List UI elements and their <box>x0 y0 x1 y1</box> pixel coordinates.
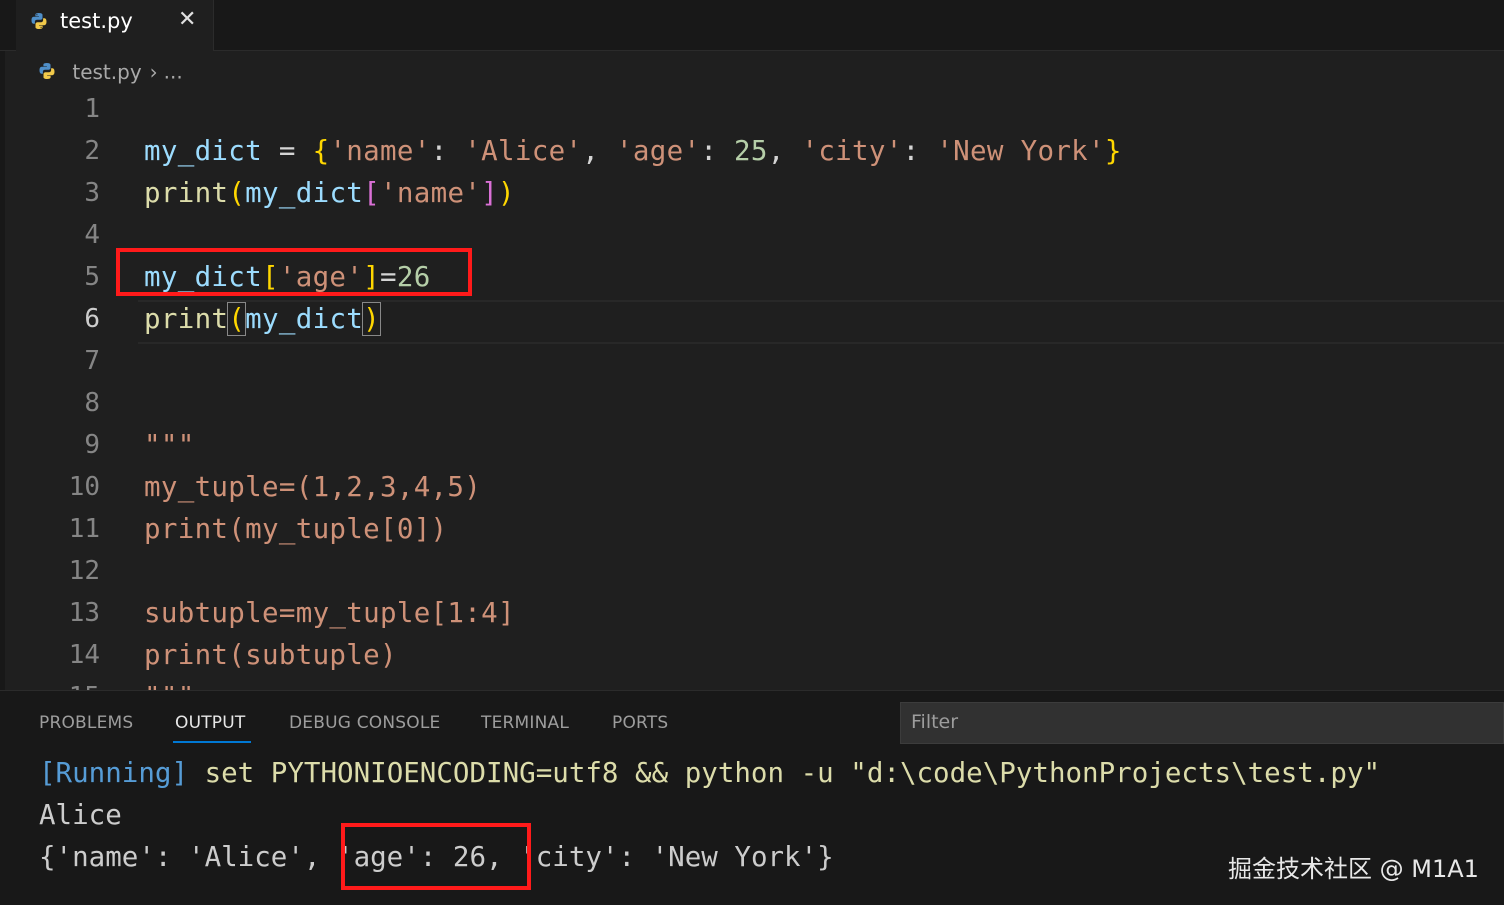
close-icon[interactable]: ✕ <box>178 7 196 32</box>
output-line: [Running] set PYTHONIOENCODING=utf8 && p… <box>39 757 1380 789</box>
code-text: print(subtuple) <box>144 639 397 671</box>
python-icon <box>31 13 47 29</box>
line-number: 15 <box>20 682 100 690</box>
filter-box[interactable] <box>900 702 1504 744</box>
code-line: 13 subtuple=my_tuple[1:4] <box>0 594 1504 636</box>
breadcrumb-file[interactable]: test.py <box>72 60 141 84</box>
breadcrumb-symbols[interactable]: ... <box>164 60 183 84</box>
code-line: 8 <box>0 384 1504 426</box>
code-line: 10 my_tuple=(1,2,3,4,5) <box>0 468 1504 510</box>
code-line: 3 print(my_dict['name']) <box>0 174 1504 216</box>
line-number: 6 <box>84 304 100 334</box>
tab-ports[interactable]: PORTS <box>612 713 668 733</box>
code-line-current: 6 print(my_dict) <box>0 300 1504 344</box>
active-tab-indicator <box>173 741 251 743</box>
line-number: 10 <box>68 472 100 502</box>
code-editor[interactable]: 1 2 my_dict = {'name': 'Alice', 'age': 2… <box>0 90 1504 690</box>
line-number: 4 <box>84 220 100 250</box>
code-text: print(my_dict) <box>144 302 382 336</box>
code-line: 15 """ <box>0 678 1504 690</box>
code-line: 2 my_dict = {'name': 'Alice', 'age': 25,… <box>0 132 1504 174</box>
line-number: 14 <box>68 640 100 670</box>
tab-bar: test.py ✕ <box>0 0 1504 51</box>
line-number: 3 <box>84 178 100 208</box>
code-text: my_dict = {'name': 'Alice', 'age': 25, '… <box>144 135 1122 167</box>
code-text: my_tuple=(1,2,3,4,5) <box>144 471 482 503</box>
code-text: print(my_dict['name']) <box>144 177 515 209</box>
tab-label: test.py <box>60 9 133 33</box>
line-number: 11 <box>68 514 100 544</box>
line-number: 2 <box>84 136 100 166</box>
bottom-panel: PROBLEMS OUTPUT DEBUG CONSOLE TERMINAL P… <box>0 690 1504 905</box>
code-text: subtuple=my_tuple[1:4] <box>144 597 515 629</box>
tab-problems[interactable]: PROBLEMS <box>39 713 133 733</box>
highlight-box-output <box>341 823 531 890</box>
line-number: 8 <box>84 388 100 418</box>
code-line: 12 <box>0 552 1504 594</box>
watermark: 掘金技术社区 @ M1A1 <box>1228 855 1479 883</box>
breadcrumb[interactable]: test.py ›... <box>38 58 183 88</box>
output-command: set PYTHONIOENCODING=utf8 && python -u "… <box>188 757 1381 789</box>
tab-debug-console[interactable]: DEBUG CONSOLE <box>289 713 440 733</box>
line-number: 12 <box>68 556 100 586</box>
line-number: 7 <box>84 346 100 376</box>
python-icon <box>39 63 55 79</box>
code-text: print(my_tuple[0]) <box>144 513 448 545</box>
line-number: 1 <box>84 94 100 124</box>
chevron-right-icon: › <box>149 59 158 84</box>
code-line: 1 <box>0 90 1504 132</box>
line-number: 13 <box>68 598 100 628</box>
running-tag: [Running] <box>39 757 189 789</box>
code-line: 9 """ <box>0 426 1504 468</box>
output-line: Alice <box>39 799 122 831</box>
filter-input[interactable] <box>901 703 1481 741</box>
code-line: 7 <box>0 342 1504 384</box>
code-text: """ <box>144 681 195 690</box>
tab-test-py[interactable]: test.py ✕ <box>16 0 214 51</box>
tab-output[interactable]: OUTPUT <box>175 713 246 733</box>
line-number: 9 <box>84 430 100 460</box>
code-line: 11 print(my_tuple[0]) <box>0 510 1504 552</box>
tab-terminal[interactable]: TERMINAL <box>481 713 569 733</box>
code-line: 14 print(subtuple) <box>0 636 1504 678</box>
line-number: 5 <box>84 262 100 292</box>
code-text: """ <box>144 429 195 461</box>
highlight-box-code <box>116 248 472 296</box>
